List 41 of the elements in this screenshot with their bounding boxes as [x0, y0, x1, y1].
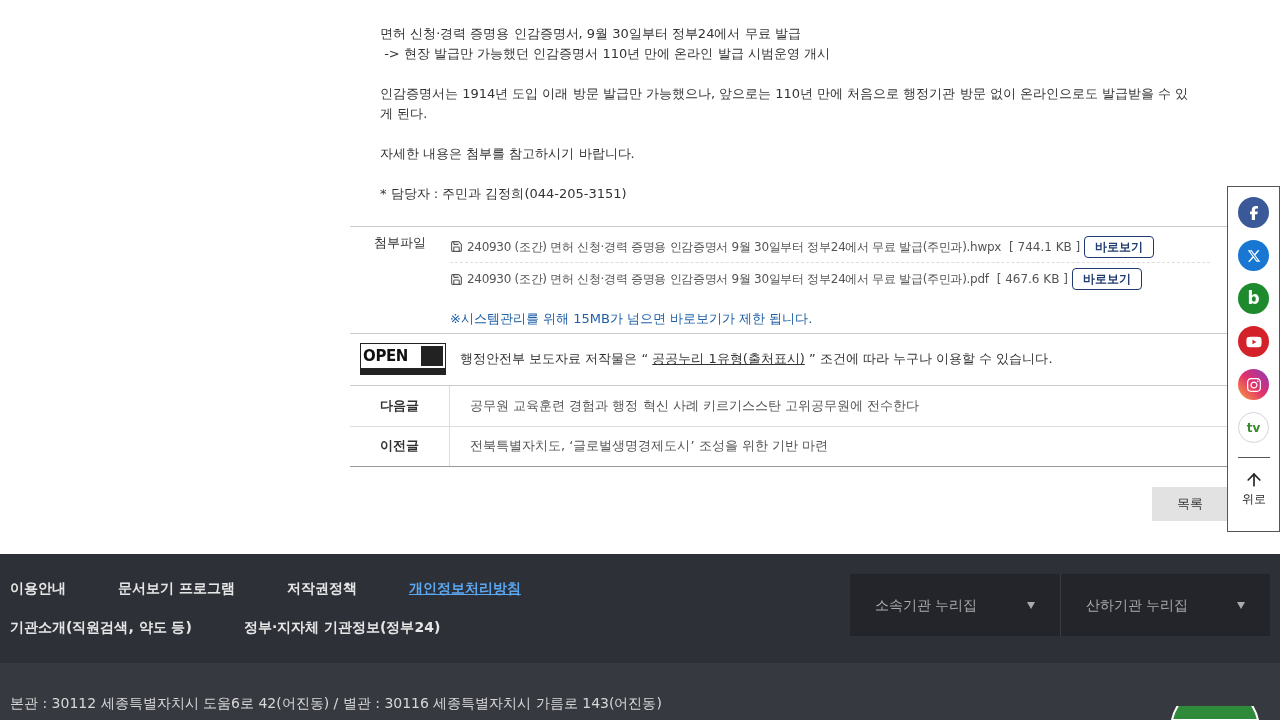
attachment-link[interactable]: 240930 (조간) 면허 신청·경력 증명용 인감증명서 9월 30일부터 정부24에서 무료 발급(주민과).hwpx	[467, 237, 1002, 256]
license-link[interactable]: 공공누리 1유형(출처표시)	[652, 351, 805, 367]
site-select[interactable]: 소속기관 누리집	[850, 574, 1060, 636]
x-icon[interactable]	[1238, 240, 1269, 271]
footer-link[interactable]: 이용안내	[10, 578, 66, 599]
post-link[interactable]: 전북특별자치도, ‘글로벌생명경제도시’ 조성을 위한 기반 마련	[450, 436, 829, 456]
attachment-link[interactable]: 240930 (조간) 면허 신청·경력 증명용 인감증명서 9월 30일부터 정부24에서 무료 발급(주민과).pdf	[467, 270, 989, 288]
footer-link[interactable]: 저작권정책	[286, 578, 357, 599]
post-link[interactable]: 공무원 교육훈련 경험과 행정 혁신 사례 키르기스스탄 고위공무원에 전수한다	[450, 395, 920, 416]
preview-limit-notice: ※시스템관리를 위해 15MB가 넘으면 바로보기가 제한 됩니다.	[450, 310, 814, 328]
file-size: [ 467.6 KB ]	[996, 271, 1068, 288]
file-size: [ 744.1 KB ]	[1009, 238, 1081, 256]
file-icon	[450, 240, 463, 253]
license-text: 행정안전부 보도자료 저작물은 “ 공공누리 1유형(출처표시) ” 조건에 따라 누구나 이용할 수 있습니다.	[460, 350, 1053, 369]
nav-label: 이전글	[350, 426, 450, 466]
footer-link[interactable]: 문서보기 프로그램	[118, 578, 235, 599]
dropdown-caret-icon	[1237, 601, 1245, 609]
footer-address: 본관 : 30112 세종특별자치시 도움6로 42(어진동) / 별관 : 30116 세종특별자치시 가름로 143(어진동)	[10, 694, 662, 713]
youtube-icon[interactable]	[1238, 326, 1269, 357]
scroll-top-button[interactable]: 위로	[1241, 470, 1266, 508]
article-paragraph: 인감증명서는 1914년 도입 이래 방문 발급만 가능했으나, 앞으로는 110년 만에 처음으로 행정기관 방문 없이 온라인으로도 발급받을 수 있게 된다.	[380, 85, 1190, 123]
preview-button[interactable]: 바로보기	[1084, 235, 1155, 258]
article-paragraph: * 담당자 : 주민과 김정희(044-205-3151)	[380, 185, 628, 203]
nav-label: 다음글	[350, 385, 450, 426]
article-paragraph: 자세한 내용은 첨부를 참고하시기 바랍니다.	[380, 145, 636, 163]
article-paragraph: 면허 신청·경력 증명용 인감증명서, 9월 30일부터 정부24에서 무료 발급 -> 현장 발급만 가능했던 인감증명서 110년 만에 온라인 발급 시범운영 개시	[380, 25, 831, 63]
tv-channel-icon[interactable]: tv	[1238, 412, 1269, 443]
footer-link[interactable]: 개인정보처리방침	[408, 578, 521, 599]
attachment-label: 첨부파일	[373, 234, 427, 252]
blog-icon[interactable]: b	[1238, 283, 1269, 314]
list-button[interactable]: 목록	[1152, 486, 1228, 521]
facebook-icon[interactable]	[1238, 197, 1269, 228]
file-icon	[450, 272, 463, 286]
preview-button[interactable]: 바로보기	[1071, 268, 1142, 290]
site-select[interactable]: 산하기관 누리집	[1060, 574, 1270, 636]
footer-link[interactable]: 기관소개(직원검색, 약도 등)	[10, 617, 192, 638]
open-license-logo: OPEN	[360, 343, 446, 375]
dropdown-caret-icon	[1027, 601, 1035, 609]
footer-link[interactable]: 정부·지자체 기관정보(정부24)	[243, 617, 441, 638]
certification-seal-icon	[1170, 706, 1260, 720]
instagram-icon[interactable]	[1238, 369, 1269, 400]
